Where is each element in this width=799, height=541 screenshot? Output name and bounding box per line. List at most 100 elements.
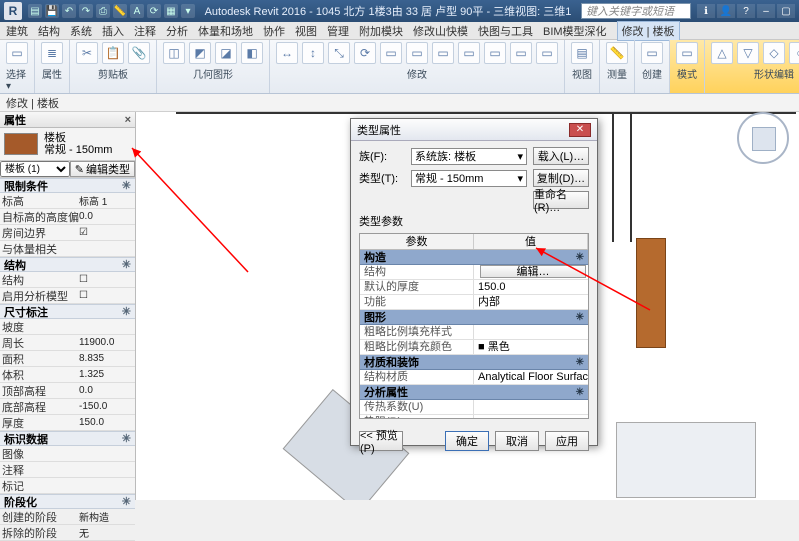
qat-grid-icon[interactable]: ▦	[164, 4, 178, 18]
ribbon-tab[interactable]: 系统	[70, 23, 92, 39]
app-logo[interactable]: R	[4, 2, 22, 20]
ribbon-button[interactable]: △	[711, 42, 733, 64]
param-row[interactable]: 粗略比例填充颜色■ 黑色	[360, 340, 588, 355]
param-value[interactable]: 编辑…	[474, 265, 588, 279]
view-cube-face[interactable]	[752, 127, 776, 151]
ribbon-button[interactable]: ✂	[76, 42, 98, 64]
ribbon-button[interactable]: ▭	[484, 42, 506, 64]
param-row[interactable]: 传热系数(U)	[360, 400, 588, 415]
prop-group-header[interactable]: 结构✳	[0, 257, 135, 272]
info-icon[interactable]: ℹ	[697, 4, 715, 18]
prop-row[interactable]: 面积8.835	[0, 351, 135, 367]
prop-group-header[interactable]: 阶段化✳	[0, 494, 135, 509]
param-row[interactable]: 默认的厚度150.0	[360, 280, 588, 295]
ribbon-tab[interactable]: 快图与工具	[478, 23, 533, 39]
ribbon-tab[interactable]: 管理	[327, 23, 349, 39]
prop-value[interactable]: ☑	[79, 227, 133, 238]
prop-row[interactable]: 自标高的高度偏移0.0	[0, 209, 135, 225]
ribbon-button[interactable]: ◫	[163, 42, 185, 64]
ribbon-button[interactable]: ⟳	[354, 42, 376, 64]
param-value[interactable]: ■ 黑色	[474, 340, 588, 354]
param-group-header[interactable]: 图形✳	[360, 310, 588, 325]
ribbon-button[interactable]: ◧	[241, 42, 263, 64]
ribbon-tab[interactable]: 注释	[134, 23, 156, 39]
param-value[interactable]	[474, 400, 588, 414]
param-value[interactable]: Analytical Floor Surface	[474, 370, 588, 384]
param-value[interactable]	[474, 415, 588, 419]
ribbon-button[interactable]: ▭	[641, 42, 663, 64]
ribbon-button[interactable]: ○	[789, 42, 799, 64]
type-combo[interactable]: 常规 - 150mm▾	[411, 170, 527, 187]
prop-row[interactable]: 周长11900.0	[0, 335, 135, 351]
prop-value[interactable]: ☐	[79, 274, 133, 285]
ribbon-button[interactable]: ◪	[215, 42, 237, 64]
prop-row[interactable]: 体积1.325	[0, 367, 135, 383]
ribbon-tab[interactable]: 建筑	[6, 23, 28, 39]
duplicate-button[interactable]: 复制(D)…	[533, 169, 589, 187]
dialog-close-button[interactable]: ✕	[569, 123, 591, 137]
prop-row[interactable]: 标记	[0, 478, 135, 494]
param-row[interactable]: 结构材质Analytical Floor Surface	[360, 370, 588, 385]
prop-value[interactable]: -150.0	[79, 401, 133, 412]
ribbon-tab[interactable]: 修改 | 楼板	[617, 21, 680, 41]
family-combo[interactable]: 系统族: 楼板▾	[411, 148, 527, 165]
param-row[interactable]: 功能内部	[360, 295, 588, 310]
param-row[interactable]: 粗略比例填充样式	[360, 325, 588, 340]
minimize-button[interactable]: –	[757, 4, 775, 18]
prop-row[interactable]: 注释	[0, 462, 135, 478]
param-row[interactable]: 结构编辑…	[360, 265, 588, 280]
prop-row[interactable]: 结构☐	[0, 272, 135, 288]
ribbon-button[interactable]: ▭	[458, 42, 480, 64]
qat-open-icon[interactable]: ▤	[28, 4, 42, 18]
edit-type-button[interactable]: ✎编辑类型	[70, 161, 135, 177]
prop-value[interactable]: 无	[79, 525, 133, 540]
ribbon-button[interactable]: ▭	[380, 42, 402, 64]
search-input[interactable]: 键入关键字或短语	[581, 3, 691, 19]
ribbon-button[interactable]: ◩	[189, 42, 211, 64]
help-icon[interactable]: ?	[737, 4, 755, 18]
prop-row[interactable]: 拆除的阶段无	[0, 525, 135, 541]
load-button[interactable]: 载入(L)…	[533, 147, 589, 165]
prop-value[interactable]: 新构造	[79, 509, 133, 524]
ribbon-button[interactable]: 📋	[102, 42, 124, 64]
ribbon-tab[interactable]: BIM模型深化	[543, 23, 607, 39]
ribbon-tab[interactable]: 附加模块	[359, 23, 403, 39]
qat-print-icon[interactable]: ⎙	[96, 4, 110, 18]
prop-value[interactable]: 标高 1	[79, 193, 133, 208]
qat-more-icon[interactable]: ▾	[181, 4, 195, 18]
prop-row[interactable]: 图像	[0, 446, 135, 462]
prop-row[interactable]: 启用分析模型☐	[0, 288, 135, 304]
prop-row[interactable]: 创建的阶段新构造	[0, 509, 135, 525]
prop-value[interactable]: 8.835	[79, 353, 133, 364]
ribbon-button[interactable]: ↔	[276, 42, 298, 64]
prop-value[interactable]: 1.325	[79, 369, 133, 380]
param-group-header[interactable]: 材质和装饰✳	[360, 355, 588, 370]
ribbon-tab[interactable]: 结构	[38, 23, 60, 39]
param-group-header[interactable]: 分析属性✳	[360, 385, 588, 400]
ribbon-button[interactable]: ▭	[6, 42, 28, 64]
ribbon-tab[interactable]: 插入	[102, 23, 124, 39]
ribbon-tab[interactable]: 修改山快模	[413, 23, 468, 39]
ribbon-button[interactable]: 📏	[606, 42, 628, 64]
ribbon-button[interactable]: ◇	[763, 42, 785, 64]
qat-measure-icon[interactable]: 📏	[113, 4, 127, 18]
ribbon-button[interactable]: ▭	[432, 42, 454, 64]
ribbon-button[interactable]: ≣	[41, 42, 63, 64]
type-selector[interactable]: 楼板 (1)	[0, 161, 70, 177]
prop-value[interactable]: 150.0	[79, 417, 133, 428]
ribbon-tab[interactable]: 体量和场地	[198, 23, 253, 39]
ribbon-button[interactable]: ▭	[510, 42, 532, 64]
qat-a-icon[interactable]: A	[130, 4, 144, 18]
prop-row[interactable]: 底部高程-150.0	[0, 399, 135, 415]
prop-row[interactable]: 房间边界☑	[0, 225, 135, 241]
param-group-header[interactable]: 构造✳	[360, 250, 588, 265]
signin-icon[interactable]: 👤	[717, 4, 735, 18]
ribbon-button[interactable]: ⤡	[328, 42, 350, 64]
ribbon-button[interactable]: ▭	[536, 42, 558, 64]
prop-row[interactable]: 坡度	[0, 319, 135, 335]
close-icon[interactable]: ×	[125, 114, 131, 126]
view-cube[interactable]	[737, 112, 789, 164]
param-value[interactable]: 150.0	[474, 280, 588, 294]
prop-row[interactable]: 与体量相关	[0, 241, 135, 257]
prop-group-header[interactable]: 限制条件✳	[0, 178, 135, 193]
